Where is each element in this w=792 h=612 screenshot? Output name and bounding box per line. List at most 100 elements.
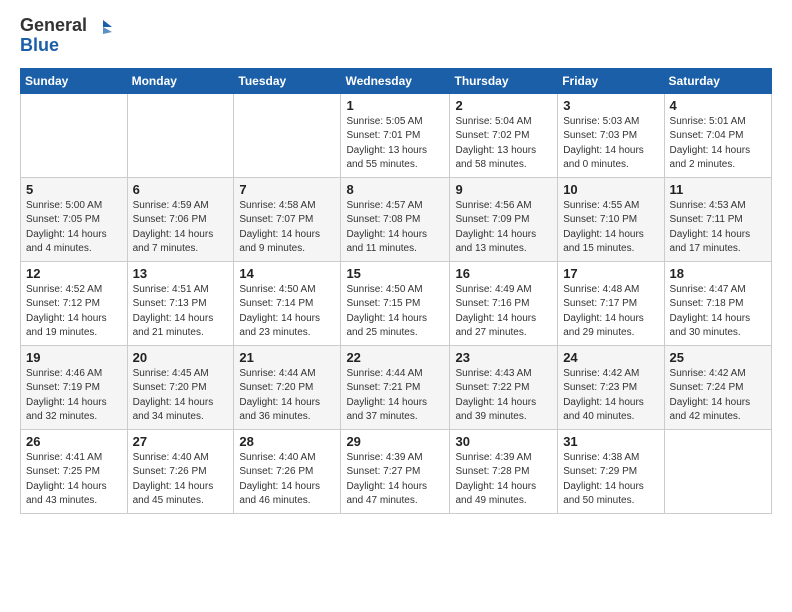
calendar-cell: 15Sunrise: 4:50 AM Sunset: 7:15 PM Dayli… [341,261,450,345]
day-number: 18 [670,266,766,281]
day-info: Sunrise: 4:44 AM Sunset: 7:21 PM Dayligh… [346,367,444,425]
calendar-cell: 23 Sunrise: 4:43 AM Sunset: 7:22 PM Dayli… [450,345,558,429]
day-number: 28 [239,434,335,449]
day-number: 20 [133,350,229,365]
day-of-week-thursday: Thursday [450,68,558,93]
calendar-cell: 28Sunrise: 4:40 AM Sunset: 7:26 PM Dayli… [234,429,341,513]
day-info: Sunrise: 5:04 AM Sunset: 7:02 PM Dayligh… [455,115,552,173]
calendar-cell: 31 Sunrise: 4:38 AM Sunset: 7:29 PM Dayli… [558,429,664,513]
calendar-cell: 24 Sunrise: 4:42 AM Sunset: 7:23 PM Dayli… [558,345,664,429]
page: General Blue SundayMondayTuesdayWednesda… [0,0,792,526]
day-number: 23 [455,350,552,365]
calendar-cell: 29 Sunrise: 4:39 AM Sunset: 7:27 PM Dayli… [341,429,450,513]
calendar-cell: 13 Sunrise: 4:51 AM Sunset: 7:13 PM Dayli… [127,261,234,345]
day-info: Sunrise: 4:40 AM Sunset: 7:26 PM Dayligh… [133,451,229,509]
day-of-week-tuesday: Tuesday [234,68,341,93]
day-number: 11 [670,182,766,197]
day-number: 2 [455,98,552,113]
day-info: Sunrise: 5:00 AM Sunset: 7:05 PM Dayligh… [26,199,122,257]
day-info: Sunrise: 4:39 AM Sunset: 7:27 PM Dayligh… [346,451,444,509]
day-info: Sunrise: 4:39 AM Sunset: 7:28 PM Dayligh… [455,451,552,509]
calendar-body: 1 Sunrise: 5:05 AM Sunset: 7:01 PM Daylig… [21,93,772,513]
day-number: 8 [346,182,444,197]
calendar-cell: 5Sunrise: 5:00 AM Sunset: 7:05 PM Daylig… [21,177,128,261]
calendar-cell: 20 Sunrise: 4:45 AM Sunset: 7:20 PM Dayli… [127,345,234,429]
day-info: Sunrise: 4:45 AM Sunset: 7:20 PM Dayligh… [133,367,229,425]
day-number: 4 [670,98,766,113]
day-number: 3 [563,98,658,113]
logo: General Blue [20,16,112,56]
calendar-cell: 30 Sunrise: 4:39 AM Sunset: 7:28 PM Dayli… [450,429,558,513]
calendar-cell: 9 Sunrise: 4:56 AM Sunset: 7:09 PM Daylig… [450,177,558,261]
day-info: Sunrise: 5:05 AM Sunset: 7:01 PM Dayligh… [346,115,444,173]
day-number: 30 [455,434,552,449]
calendar-cell: 16 Sunrise: 4:49 AM Sunset: 7:16 PM Dayli… [450,261,558,345]
day-of-week-wednesday: Wednesday [341,68,450,93]
logo-text: General Blue [20,16,112,56]
day-number: 15 [346,266,444,281]
day-info: Sunrise: 4:41 AM Sunset: 7:25 PM Dayligh… [26,451,122,509]
day-info: Sunrise: 4:42 AM Sunset: 7:23 PM Dayligh… [563,367,658,425]
calendar-cell: 18 Sunrise: 4:47 AM Sunset: 7:18 PM Dayli… [664,261,771,345]
day-info: Sunrise: 4:42 AM Sunset: 7:24 PM Dayligh… [670,367,766,425]
day-of-week-sunday: Sunday [21,68,128,93]
calendar-cell: 10 Sunrise: 4:55 AM Sunset: 7:10 PM Dayli… [558,177,664,261]
day-info: Sunrise: 4:56 AM Sunset: 7:09 PM Dayligh… [455,199,552,257]
day-info: Sunrise: 4:53 AM Sunset: 7:11 PM Dayligh… [670,199,766,257]
calendar-cell: 8 Sunrise: 4:57 AM Sunset: 7:08 PM Daylig… [341,177,450,261]
calendar-cell: 7 Sunrise: 4:58 AM Sunset: 7:07 PM Daylig… [234,177,341,261]
calendar-cell: 2 Sunrise: 5:04 AM Sunset: 7:02 PM Daylig… [450,93,558,177]
day-info: Sunrise: 4:38 AM Sunset: 7:29 PM Dayligh… [563,451,658,509]
day-number: 21 [239,350,335,365]
day-number: 6 [133,182,229,197]
week-row-2: 5Sunrise: 5:00 AM Sunset: 7:05 PM Daylig… [21,177,772,261]
calendar-cell [234,93,341,177]
calendar-cell: 6 Sunrise: 4:59 AM Sunset: 7:06 PM Daylig… [127,177,234,261]
day-number: 19 [26,350,122,365]
calendar-cell: 1 Sunrise: 5:05 AM Sunset: 7:01 PM Daylig… [341,93,450,177]
day-info: Sunrise: 4:48 AM Sunset: 7:17 PM Dayligh… [563,283,658,341]
day-number: 26 [26,434,122,449]
logo-blue: Blue [20,35,59,55]
day-of-week-saturday: Saturday [664,68,771,93]
calendar-cell [664,429,771,513]
day-info: Sunrise: 4:57 AM Sunset: 7:08 PM Dayligh… [346,199,444,257]
day-number: 24 [563,350,658,365]
day-info: Sunrise: 5:01 AM Sunset: 7:04 PM Dayligh… [670,115,766,173]
day-number: 9 [455,182,552,197]
calendar-cell: 26 Sunrise: 4:41 AM Sunset: 7:25 PM Dayli… [21,429,128,513]
day-number: 25 [670,350,766,365]
day-number: 7 [239,182,335,197]
day-number: 12 [26,266,122,281]
calendar-table: SundayMondayTuesdayWednesdayThursdayFrid… [20,68,772,514]
day-info: Sunrise: 4:58 AM Sunset: 7:07 PM Dayligh… [239,199,335,257]
day-number: 31 [563,434,658,449]
day-number: 14 [239,266,335,281]
day-info: Sunrise: 4:59 AM Sunset: 7:06 PM Dayligh… [133,199,229,257]
day-info: Sunrise: 4:51 AM Sunset: 7:13 PM Dayligh… [133,283,229,341]
day-info: Sunrise: 4:55 AM Sunset: 7:10 PM Dayligh… [563,199,658,257]
day-info: Sunrise: 4:43 AM Sunset: 7:22 PM Dayligh… [455,367,552,425]
day-number: 1 [346,98,444,113]
day-info: Sunrise: 4:47 AM Sunset: 7:18 PM Dayligh… [670,283,766,341]
calendar-cell: 19Sunrise: 4:46 AM Sunset: 7:19 PM Dayli… [21,345,128,429]
header: General Blue [20,16,772,56]
day-number: 16 [455,266,552,281]
day-number: 10 [563,182,658,197]
day-number: 13 [133,266,229,281]
day-number: 29 [346,434,444,449]
week-row-5: 26 Sunrise: 4:41 AM Sunset: 7:25 PM Dayli… [21,429,772,513]
header-row: SundayMondayTuesdayWednesdayThursdayFrid… [21,68,772,93]
logo-bird-icon [94,18,112,36]
calendar-cell: 22Sunrise: 4:44 AM Sunset: 7:21 PM Dayli… [341,345,450,429]
day-info: Sunrise: 4:52 AM Sunset: 7:12 PM Dayligh… [26,283,122,341]
day-info: Sunrise: 4:44 AM Sunset: 7:20 PM Dayligh… [239,367,335,425]
calendar-cell [127,93,234,177]
week-row-4: 19Sunrise: 4:46 AM Sunset: 7:19 PM Dayli… [21,345,772,429]
week-row-3: 12 Sunrise: 4:52 AM Sunset: 7:12 PM Dayli… [21,261,772,345]
calendar-cell: 3Sunrise: 5:03 AM Sunset: 7:03 PM Daylig… [558,93,664,177]
week-row-1: 1 Sunrise: 5:05 AM Sunset: 7:01 PM Daylig… [21,93,772,177]
calendar-cell: 21 Sunrise: 4:44 AM Sunset: 7:20 PM Dayli… [234,345,341,429]
day-info: Sunrise: 4:49 AM Sunset: 7:16 PM Dayligh… [455,283,552,341]
calendar-cell: 14Sunrise: 4:50 AM Sunset: 7:14 PM Dayli… [234,261,341,345]
